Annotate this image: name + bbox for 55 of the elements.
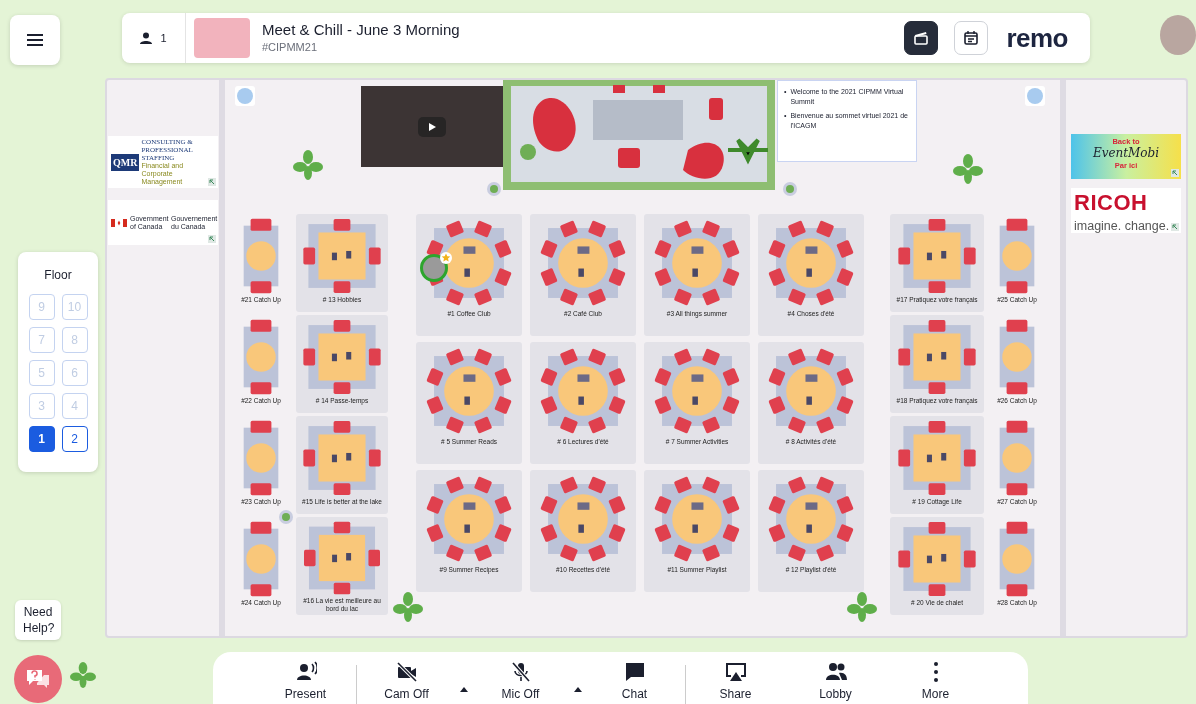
share-button[interactable]: Share — [685, 661, 786, 703]
plant-icon — [953, 154, 983, 184]
ceiling-light-icon — [235, 86, 255, 106]
event-title: Meet & Chill - June 3 Morning — [262, 20, 461, 39]
floor-title: Floor — [43, 267, 73, 284]
menu-icon — [27, 34, 43, 46]
person-icon — [140, 32, 153, 44]
share-icon — [724, 661, 747, 683]
flag-icon — [111, 218, 127, 227]
clapperboard-icon — [913, 30, 930, 46]
floor-button[interactable]: 1 — [28, 426, 55, 452]
calendar-button[interactable] — [954, 21, 989, 55]
present-icon — [294, 661, 317, 683]
external-link-icon — [208, 235, 216, 243]
plant-icon — [293, 150, 323, 180]
floor-lamp-icon — [279, 510, 293, 524]
external-link-icon — [1171, 223, 1179, 231]
present-button[interactable]: Present — [255, 661, 356, 703]
mic-off-button[interactable]: Mic Off — [470, 661, 571, 703]
event-image-placeholder — [194, 18, 250, 58]
logo-tagline: imagine. change. — [1074, 219, 1170, 234]
ricoh-logo[interactable]: RICOH imagine. change. — [1071, 188, 1181, 233]
external-link-icon — [208, 178, 216, 186]
play-icon[interactable] — [418, 116, 446, 137]
floor-button[interactable]: 2 — [61, 426, 88, 452]
lobby-button[interactable]: Lobby — [785, 661, 886, 703]
menu-button[interactable] — [10, 15, 60, 65]
ceiling-light-icon — [1025, 86, 1045, 106]
brand-logo: remo — [1006, 25, 1068, 51]
mic-off-icon — [509, 661, 532, 683]
clapperboard-button[interactable] — [904, 21, 939, 55]
help-button[interactable] — [14, 655, 62, 703]
lobby-icon — [824, 661, 847, 683]
cam-off-button[interactable]: Cam Off — [356, 661, 457, 703]
plant-icon — [70, 662, 96, 688]
logo-text: EventMobi — [1091, 146, 1161, 161]
calendar-icon — [963, 30, 980, 46]
plant-icon — [847, 592, 877, 622]
logo-mark: QMR — [111, 153, 140, 171]
chat-icon — [623, 661, 646, 683]
floor-lamp-icon — [487, 182, 501, 196]
more-button[interactable]: More — [885, 661, 986, 703]
floor-lamp-icon — [783, 182, 797, 196]
caret-icon — [459, 687, 468, 693]
external-link-icon — [1171, 169, 1179, 177]
logo-text: RICOH — [1074, 193, 1149, 213]
caret-icon — [573, 687, 582, 693]
plant-icon — [393, 592, 423, 622]
attendee-count: 1 — [160, 30, 167, 46]
chat-button[interactable]: Chat — [584, 661, 685, 703]
star-icon — [440, 252, 452, 264]
more-icon — [932, 662, 939, 682]
cam-off-icon — [395, 661, 418, 683]
event-hashtag: #CIPMM21 — [262, 39, 319, 55]
help-tooltip: Need Help? — [15, 600, 61, 640]
